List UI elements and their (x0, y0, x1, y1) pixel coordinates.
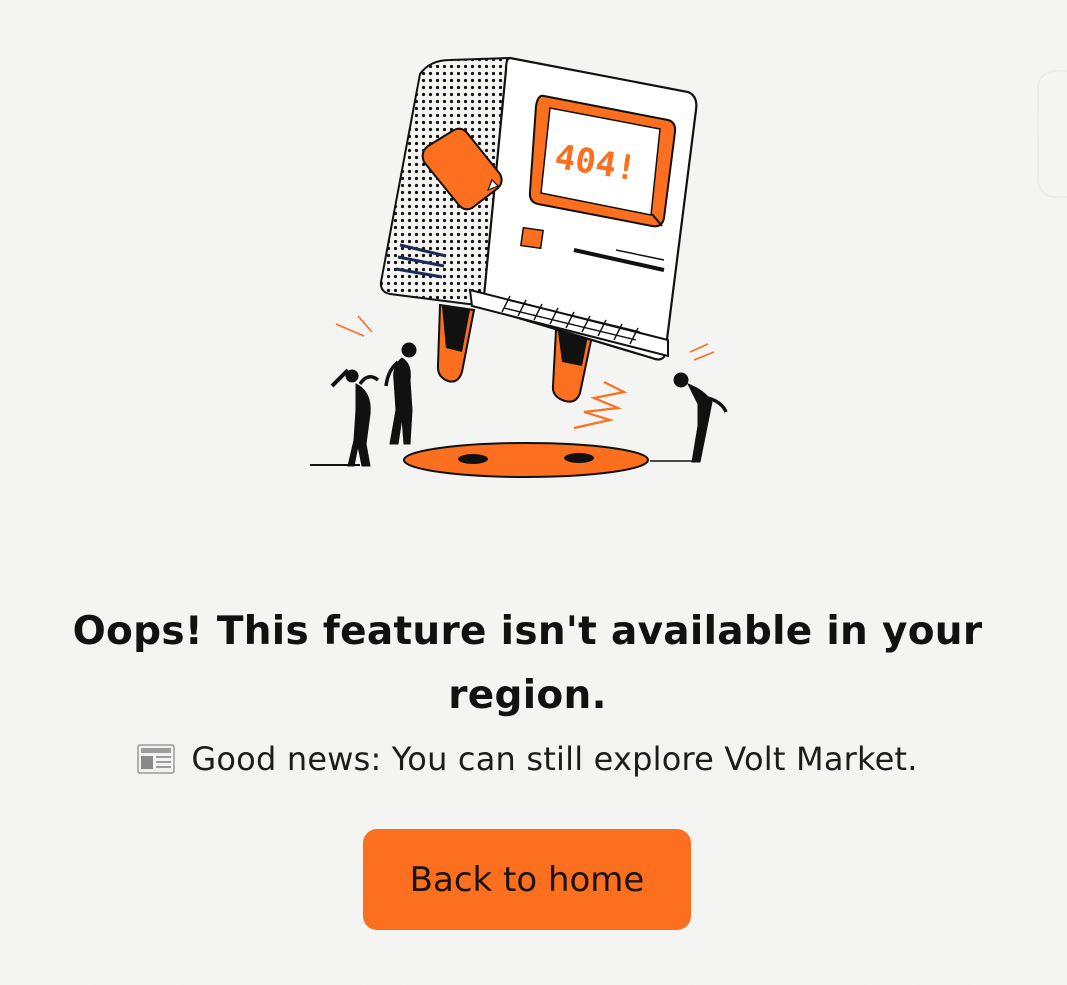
subtitle: Good news: You can still explore Volt Ma… (40, 736, 1015, 782)
broken-computer-illustration: 404! (310, 56, 728, 478)
newspaper-icon (137, 744, 176, 774)
back-to-home-button[interactable]: Back to home (363, 829, 691, 930)
page-title: Oops! This feature isn't available in yo… (72, 609, 983, 718)
subtitle-text: Good news: You can still explore Volt Ma… (191, 740, 918, 778)
decorative-edge-shape (1037, 70, 1067, 198)
